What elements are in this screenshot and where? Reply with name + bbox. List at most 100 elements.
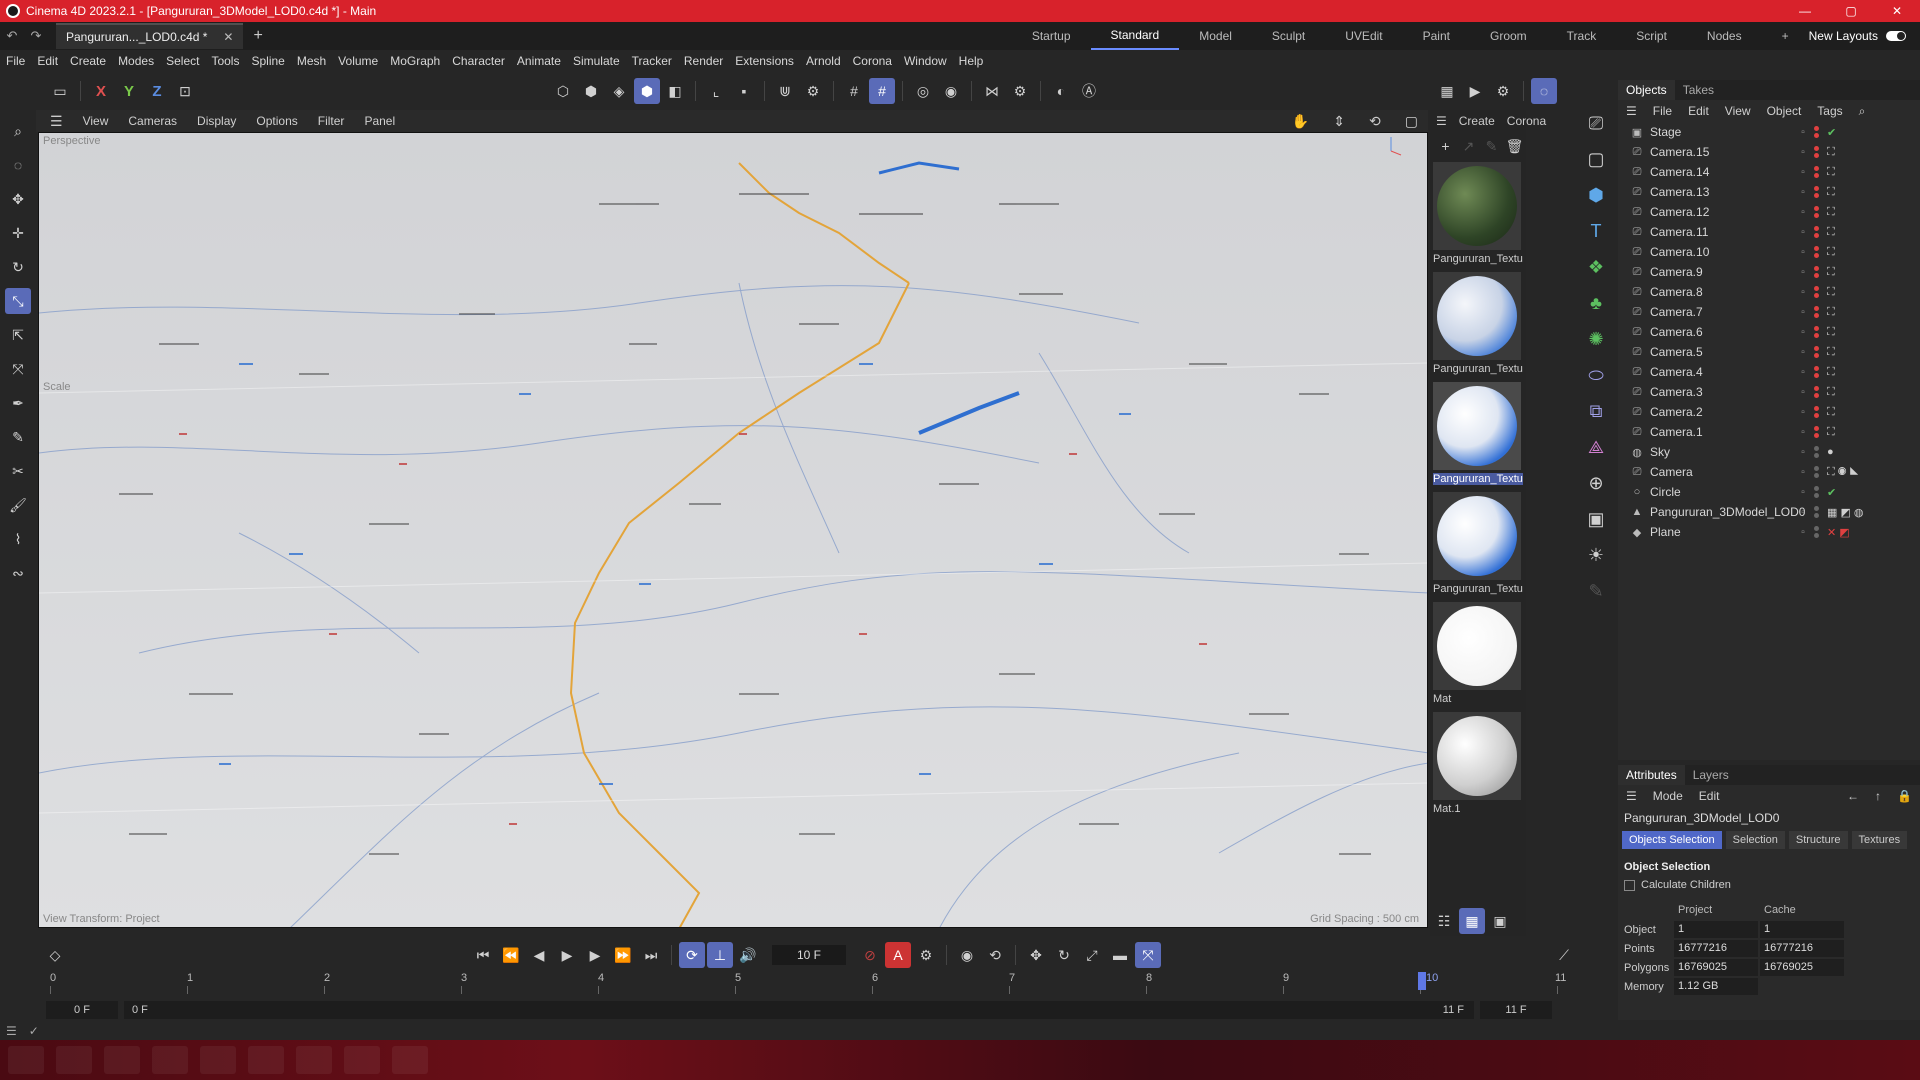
spline-draw-icon[interactable]: ✎ (5, 424, 31, 450)
param-key-icon[interactable]: ▬ (1107, 942, 1133, 968)
keyframe-icon[interactable]: ◇ (42, 942, 68, 968)
layout-standard[interactable]: Standard (1090, 22, 1180, 50)
coordinate-system-icon[interactable]: ⊡ (172, 78, 198, 104)
attributes-menu-edit[interactable]: Edit (1691, 789, 1728, 803)
visibility-dots-icon[interactable] (1814, 526, 1819, 538)
playback-mode-icon[interactable]: ⊥ (707, 942, 733, 968)
object-tags[interactable]: ✔ (1827, 486, 1836, 499)
point-level-key-icon[interactable]: ⤧ (1135, 942, 1161, 968)
menu-render[interactable]: Render (678, 54, 729, 68)
layer-edit-icon[interactable]: ▫ (1796, 207, 1810, 218)
menu-create[interactable]: Create (64, 54, 112, 68)
object-tags[interactable]: ⛶ (1827, 406, 1835, 419)
object-tags[interactable]: ⛶ (1827, 186, 1835, 199)
layer-edit-icon[interactable]: ▫ (1796, 447, 1810, 458)
viewport-hamburger-icon[interactable]: ☰ (40, 113, 73, 130)
visibility-dots-icon[interactable] (1814, 326, 1819, 338)
object-row[interactable]: ▣ Stage ▫ ✔ (1618, 122, 1920, 142)
taskbar-app-icon[interactable] (152, 1046, 188, 1074)
attributes-menu-mode[interactable]: Mode (1645, 789, 1691, 803)
sound-icon[interactable]: 🔊 (735, 942, 761, 968)
layer-edit-icon[interactable]: ▫ (1796, 227, 1810, 238)
workplane-icon[interactable]: # (841, 78, 867, 104)
visibility-dots-icon[interactable] (1814, 446, 1819, 458)
object-tags[interactable]: ⛶ (1827, 326, 1835, 339)
undo-icon[interactable]: ↶ (0, 28, 24, 44)
orbit-icon[interactable]: ⟲ (1359, 113, 1391, 130)
visibility-dots-icon[interactable] (1814, 386, 1819, 398)
object-tags[interactable]: ✔ (1827, 126, 1836, 139)
menu-volume[interactable]: Volume (332, 54, 384, 68)
layout-groom[interactable]: Groom (1470, 22, 1547, 50)
brush-tool-icon[interactable]: 🖌 (5, 492, 31, 518)
key-rotation-icon[interactable]: ⟲ (982, 942, 1008, 968)
loop-icon[interactable]: ⟳ (679, 942, 705, 968)
visibility-dots-icon[interactable] (1814, 126, 1819, 138)
visibility-dots-icon[interactable] (1814, 266, 1819, 278)
layer-edit-icon[interactable]: ▫ (1796, 167, 1810, 178)
y-axis-lock-button[interactable]: Y (116, 78, 142, 104)
material-swatch-selected[interactable]: Pangururan_Textu (1433, 382, 1523, 486)
object-row[interactable]: ⎚ Camera.5 ▫ ⛶ (1618, 342, 1920, 362)
object-row[interactable]: ⎚ Camera.8 ▫ ⛶ (1618, 282, 1920, 302)
layer-edit-icon[interactable]: ▫ (1796, 427, 1810, 438)
visibility-dots-icon[interactable] (1814, 226, 1819, 238)
taskbar-app-icon[interactable] (248, 1046, 284, 1074)
object-row[interactable]: ◍ Sky ▫ ● (1618, 442, 1920, 462)
menu-arnold[interactable]: Arnold (800, 54, 847, 68)
layer-edit-icon[interactable]: ▫ (1796, 527, 1810, 538)
new-tab-button[interactable]: + (253, 27, 262, 45)
tab-layers[interactable]: Layers (1685, 765, 1737, 785)
play-icon[interactable]: ▶ (554, 942, 580, 968)
object-tags[interactable]: ⛶ (1827, 166, 1835, 179)
object-row[interactable]: ⎚ Camera.2 ▫ ⛶ (1618, 402, 1920, 422)
objects-menu-object[interactable]: Object (1759, 104, 1810, 118)
layout-uvedit[interactable]: UVEdit (1325, 22, 1402, 50)
cube-object-icon[interactable]: ⬢ (1583, 182, 1609, 208)
close-button[interactable]: ✕ (1874, 0, 1920, 22)
object-tags[interactable]: ⛶ (1827, 426, 1835, 439)
solo-settings-icon[interactable]: ◉ (938, 78, 964, 104)
render-view-icon[interactable]: ▦ (1434, 78, 1460, 104)
weld-tool-icon[interactable]: ∾ (5, 560, 31, 586)
menu-help[interactable]: Help (953, 54, 990, 68)
menu-file[interactable]: File (0, 54, 31, 68)
layout-track[interactable]: Track (1547, 22, 1617, 50)
object-row[interactable]: ⎚ Camera.12 ▫ ⛶ (1618, 202, 1920, 222)
object-tags[interactable]: ⛶ (1827, 226, 1835, 239)
visibility-dots-icon[interactable] (1814, 466, 1819, 478)
autokey-icon[interactable]: A (885, 942, 911, 968)
viewport-menu-view[interactable]: View (73, 114, 119, 128)
cube-outline-icon[interactable]: ▢ (1583, 146, 1609, 172)
layout-model[interactable]: Model (1179, 22, 1252, 50)
move-key-icon[interactable]: ✥ (1023, 942, 1049, 968)
material-menu-corona[interactable]: Corona (1501, 114, 1552, 128)
zoom-search-icon[interactable]: ⌕ (5, 118, 31, 144)
checkbox-box[interactable] (1624, 879, 1635, 891)
ipr-icon[interactable]: ◌ (1531, 78, 1557, 104)
environment-object-icon[interactable]: ⊕ (1583, 470, 1609, 496)
material-swatch[interactable]: Pangururan_Textu (1433, 272, 1523, 376)
grid-view-icon[interactable]: ▦ (1459, 908, 1485, 934)
visibility-dots-icon[interactable] (1814, 486, 1819, 498)
visibility-dots-icon[interactable] (1814, 166, 1819, 178)
start-frame-field[interactable]: 0 F (46, 1001, 118, 1019)
go-to-start-icon[interactable]: ⏮ (470, 942, 496, 968)
list-view-icon[interactable]: ☷ (1431, 908, 1457, 934)
viewport-menu-display[interactable]: Display (187, 114, 246, 128)
menu-edit[interactable]: Edit (31, 54, 64, 68)
time-ruler[interactable]: 0 1 2 3 4 5 6 7 8 9 10 11 (50, 972, 1572, 1000)
menu-animate[interactable]: Animate (511, 54, 567, 68)
object-tags[interactable]: ⛶ (1827, 386, 1835, 399)
back-arrow-icon[interactable]: ← (1839, 789, 1867, 803)
maximize-button[interactable]: ▢ (1828, 0, 1874, 22)
viewport-menu-filter[interactable]: Filter (308, 114, 355, 128)
object-row[interactable]: ⎚ Camera.7 ▫ ⛶ (1618, 302, 1920, 322)
subtab-objects-selection[interactable]: Objects Selection (1622, 831, 1722, 849)
cloner-object-icon[interactable]: ❖ (1583, 254, 1609, 280)
layout-nodes[interactable]: Nodes (1687, 22, 1762, 50)
object-row[interactable]: ⎚ Camera.9 ▫ ⛶ (1618, 262, 1920, 282)
object-row[interactable]: ○ Circle ▫ ✔ (1618, 482, 1920, 502)
selection-settings-icon[interactable]: ✥ (5, 186, 31, 212)
effector-object-icon[interactable]: ✺ (1583, 326, 1609, 352)
